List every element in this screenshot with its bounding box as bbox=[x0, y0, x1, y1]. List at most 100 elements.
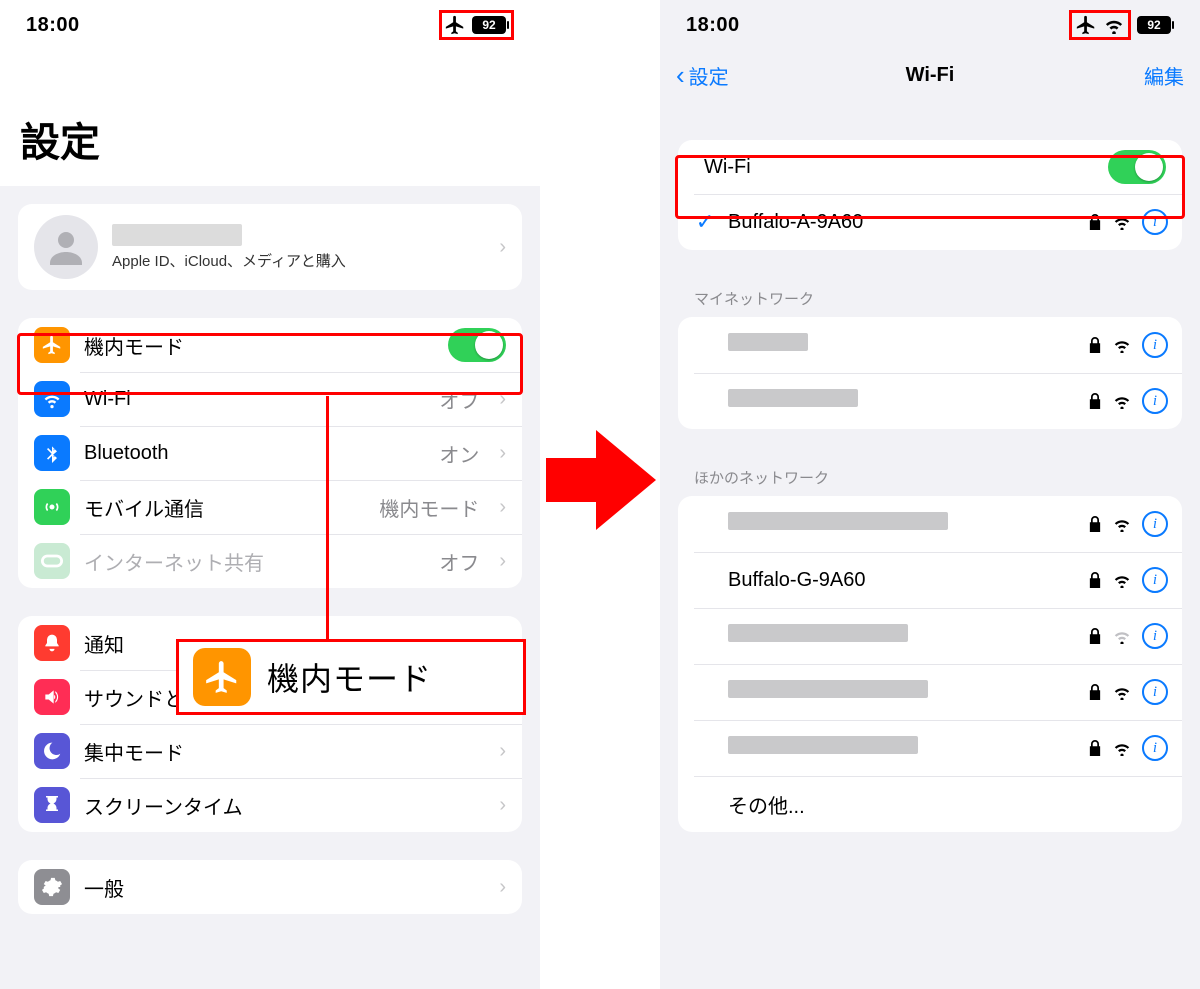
status-bar: 18:00 92 bbox=[0, 0, 540, 50]
callout-connector bbox=[326, 396, 329, 642]
lock-icon bbox=[1088, 214, 1102, 230]
cell-value: 機内モード bbox=[379, 493, 479, 522]
wifi-icon bbox=[1112, 740, 1132, 756]
wifi-icon bbox=[34, 381, 70, 417]
chevron-right-icon: › bbox=[499, 442, 506, 465]
info-button[interactable]: i bbox=[1142, 735, 1168, 761]
status-icons-highlight: 92 bbox=[439, 10, 514, 40]
info-button[interactable]: i bbox=[1142, 679, 1168, 705]
network-name-censored bbox=[728, 389, 858, 407]
network-row[interactable]: i bbox=[678, 608, 1182, 664]
lock-icon bbox=[1088, 740, 1102, 756]
airplane-label: 機内モード bbox=[84, 331, 434, 360]
chevron-right-icon: › bbox=[499, 794, 506, 817]
nav-title: Wi-Fi bbox=[660, 64, 1200, 87]
info-button[interactable]: i bbox=[1142, 511, 1168, 537]
wifi-value: オフ bbox=[439, 385, 479, 414]
wifi-toggle[interactable] bbox=[1108, 150, 1166, 184]
network-row[interactable]: i bbox=[678, 317, 1182, 373]
screentime-row[interactable]: スクリーンタイム › bbox=[18, 778, 522, 832]
apple-id-subtitle: Apple ID、iCloud、メディアと購入 bbox=[112, 250, 479, 271]
wifi-icon bbox=[1112, 337, 1132, 353]
apple-id-name-censored bbox=[112, 224, 242, 246]
wifi-toggle-group: Wi-Fi ✓ Buffalo-A-9A60 i bbox=[678, 140, 1182, 250]
avatar-icon bbox=[34, 215, 98, 279]
lock-icon bbox=[1088, 628, 1102, 644]
focus-row[interactable]: 集中モード › bbox=[18, 724, 522, 778]
airplane-mode-row[interactable]: 機内モード bbox=[18, 318, 522, 372]
airplane-icon bbox=[1075, 14, 1097, 36]
my-networks-header: マイネットワーク bbox=[660, 278, 1200, 317]
status-time: 18:00 bbox=[686, 14, 740, 37]
bluetooth-icon bbox=[34, 435, 70, 471]
airplane-toggle[interactable] bbox=[448, 328, 506, 362]
cell-label: モバイル通信 bbox=[84, 493, 365, 522]
page-title: 設定 bbox=[0, 50, 540, 186]
airplane-icon bbox=[34, 327, 70, 363]
network-row[interactable]: i bbox=[678, 720, 1182, 776]
speaker-icon bbox=[34, 679, 70, 715]
bt-value: オン bbox=[439, 439, 479, 468]
wifi-icon bbox=[1112, 393, 1132, 409]
network-row[interactable]: Buffalo-G-9A60 i bbox=[678, 552, 1182, 608]
status-icons-highlight bbox=[1069, 10, 1131, 40]
other-network-row[interactable]: その他... bbox=[678, 776, 1182, 832]
lock-icon bbox=[1088, 393, 1102, 409]
other-networks-header: ほかのネットワーク bbox=[660, 457, 1200, 496]
wifi-label: Wi-Fi bbox=[84, 388, 425, 411]
battery-indicator: 92 bbox=[1137, 16, 1174, 34]
general-row[interactable]: 一般 › bbox=[18, 860, 522, 914]
connected-network-row[interactable]: ✓ Buffalo-A-9A60 i bbox=[678, 194, 1182, 250]
network-name-censored bbox=[728, 624, 908, 642]
wifi-weak-icon bbox=[1112, 628, 1132, 644]
wifi-icon bbox=[1103, 16, 1125, 34]
cellular-row[interactable]: モバイル通信 機内モード › bbox=[18, 480, 522, 534]
airplane-icon bbox=[193, 648, 251, 706]
network-row[interactable]: i bbox=[678, 664, 1182, 720]
info-button[interactable]: i bbox=[1142, 209, 1168, 235]
wifi-icon bbox=[1112, 684, 1132, 700]
airplane-icon bbox=[444, 14, 466, 36]
chevron-right-icon: › bbox=[499, 236, 506, 259]
hotspot-row[interactable]: インターネット共有 オフ › bbox=[18, 534, 522, 588]
network-name: Buffalo-G-9A60 bbox=[728, 569, 1078, 592]
info-button[interactable]: i bbox=[1142, 623, 1168, 649]
battery-level: 92 bbox=[472, 16, 506, 34]
cellular-icon bbox=[34, 489, 70, 525]
network-name-censored bbox=[728, 333, 808, 351]
status-time: 18:00 bbox=[26, 14, 80, 37]
network-name-censored bbox=[728, 512, 948, 530]
wifi-toggle-row[interactable]: Wi-Fi bbox=[678, 140, 1182, 194]
apple-id-row[interactable]: Apple ID、iCloud、メディアと購入 › bbox=[18, 204, 522, 290]
network-name-censored bbox=[728, 736, 918, 754]
other-label: その他... bbox=[728, 790, 1168, 819]
chevron-right-icon: › bbox=[499, 496, 506, 519]
lock-icon bbox=[1088, 572, 1102, 588]
phone-right-wifi: 18:00 92 ‹ 設定 Wi-Fi 編集 Wi bbox=[660, 0, 1200, 989]
wifi-toggle-label: Wi-Fi bbox=[694, 156, 1094, 179]
connected-network-name: Buffalo-A-9A60 bbox=[728, 211, 1078, 234]
wifi-row[interactable]: Wi-Fi オフ › bbox=[18, 372, 522, 426]
info-button[interactable]: i bbox=[1142, 332, 1168, 358]
network-row[interactable]: i bbox=[678, 496, 1182, 552]
bell-icon bbox=[34, 625, 70, 661]
nav-bar: ‹ 設定 Wi-Fi 編集 bbox=[660, 50, 1200, 100]
general-label: 一般 bbox=[84, 873, 479, 902]
screentime-label: スクリーンタイム bbox=[84, 791, 479, 820]
gear-icon bbox=[34, 869, 70, 905]
info-button[interactable]: i bbox=[1142, 567, 1168, 593]
wifi-icon bbox=[1112, 572, 1132, 588]
other-networks-group: i Buffalo-G-9A60 i i bbox=[678, 496, 1182, 832]
status-bar: 18:00 92 bbox=[660, 0, 1200, 50]
network-group: 機内モード Wi-Fi オフ › Bluetooth オン › bbox=[18, 318, 522, 588]
apple-id-group: Apple ID、iCloud、メディアと購入 › bbox=[18, 204, 522, 290]
my-networks-group: i i bbox=[678, 317, 1182, 429]
bluetooth-row[interactable]: Bluetooth オン › bbox=[18, 426, 522, 480]
hotspot-value: オフ bbox=[439, 547, 479, 576]
status-icons: 92 bbox=[1069, 10, 1174, 40]
hotspot-label: インターネット共有 bbox=[84, 547, 425, 576]
focus-label: 集中モード bbox=[84, 737, 479, 766]
info-button[interactable]: i bbox=[1142, 388, 1168, 414]
moon-icon bbox=[34, 733, 70, 769]
network-row[interactable]: i bbox=[678, 373, 1182, 429]
